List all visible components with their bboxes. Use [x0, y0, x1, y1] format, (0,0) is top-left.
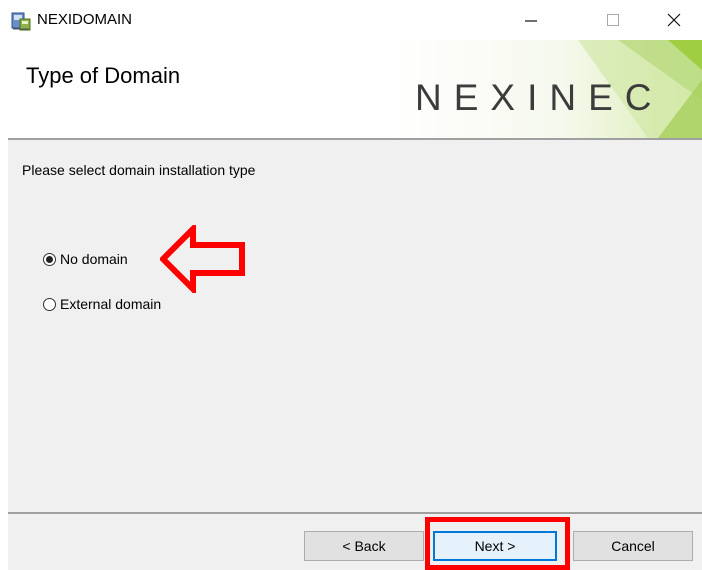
next-button-highlight	[425, 517, 570, 570]
red-arrow-annotation-icon	[160, 225, 245, 293]
page-title: Type of Domain	[26, 63, 181, 88]
installer-icon	[11, 12, 31, 31]
maximize-button[interactable]	[590, 0, 636, 40]
window-title: NEXIDOMAIN	[37, 11, 133, 28]
back-button[interactable]: < Back	[304, 531, 424, 561]
no-domain-radio[interactable]	[43, 252, 56, 266]
no-domain-label[interactable]: No domain	[60, 251, 128, 267]
no-domain-option[interactable]: No domain	[43, 251, 128, 267]
close-icon	[667, 13, 681, 27]
cancel-button[interactable]: Cancel	[573, 531, 693, 561]
minimize-button[interactable]	[508, 0, 554, 40]
external-domain-radio[interactable]	[43, 297, 56, 311]
external-domain-label[interactable]: External domain	[60, 296, 161, 312]
brand-logo: NEXINEC	[415, 77, 664, 118]
header-banner: Type of Domain NEXINEC	[8, 40, 702, 138]
content-panel	[8, 140, 702, 512]
close-button[interactable]	[651, 0, 697, 40]
instruction-text: Please select domain installation type	[22, 162, 256, 178]
external-domain-option[interactable]: External domain	[43, 296, 161, 312]
minimize-icon	[525, 20, 537, 22]
maximize-icon	[607, 14, 619, 26]
